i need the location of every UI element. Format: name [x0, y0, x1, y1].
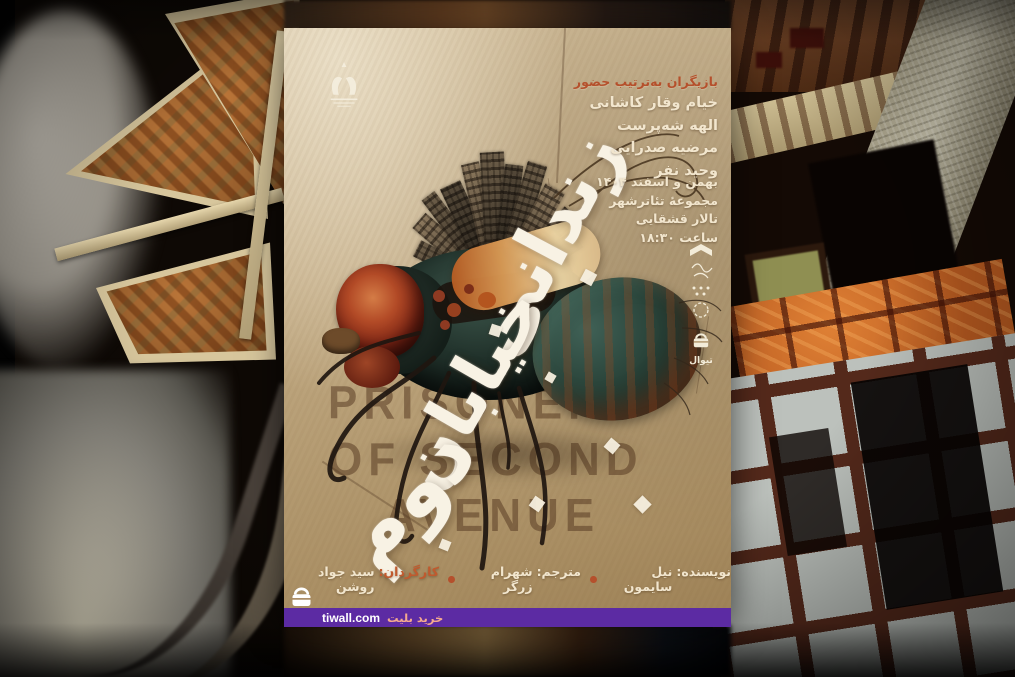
schedule-hall: تالار قشقایی [596, 210, 718, 229]
cast-heading: بازیگران به‌ترتیب حضور [574, 72, 718, 92]
theater-poster: PRISONER OF SECOND AVENUE [284, 28, 731, 627]
schedule-venue: مجموعهٔ تئاترشهر [596, 192, 718, 211]
peacock-emblem-icon [322, 60, 366, 116]
credits-row: نویسنده: نیل سایمون مترجم: شهرام زرگر کا… [284, 564, 731, 594]
translator-name: شهرام زرگر [464, 564, 533, 594]
sponsor-logos: تیوال [683, 240, 719, 366]
cast-list: بازیگران به‌ترتیب حضور خیام وقار کاشانی … [574, 72, 718, 182]
schedule-block: بهمن و اسفند ۱۴۰۴ مجموعهٔ تئاترشهر تالار… [596, 173, 718, 247]
writer-name: نیل سایمون [606, 564, 673, 594]
screenshot: PRISONER OF SECOND AVENUE [0, 0, 1015, 677]
bullet-icon [448, 576, 455, 583]
tiwall-label: تیوال [689, 356, 713, 366]
writer-label: نویسنده: [676, 564, 731, 594]
tiwall-url: tiwall.com [322, 611, 380, 625]
tiwall-basket-icon [288, 585, 315, 609]
buy-ticket-label: خرید بلیت [387, 611, 443, 625]
bullet-icon [590, 576, 597, 583]
cast-name: الهه شه‌پرست [574, 115, 718, 138]
translator-label: مترجم: [537, 564, 581, 594]
tiwall-basket-icon [689, 331, 713, 349]
cast-name: خیام وقار کاشانی [574, 92, 718, 115]
arts-center-logo-icon [686, 240, 716, 324]
director-label: کارگردان: [379, 564, 440, 594]
ticket-banner: tiwall.com خرید بلیت [284, 608, 731, 627]
schedule-dates: بهمن و اسفند ۱۴۰۴ [596, 173, 718, 192]
cast-name: مرضیه صدرایی [574, 137, 718, 160]
